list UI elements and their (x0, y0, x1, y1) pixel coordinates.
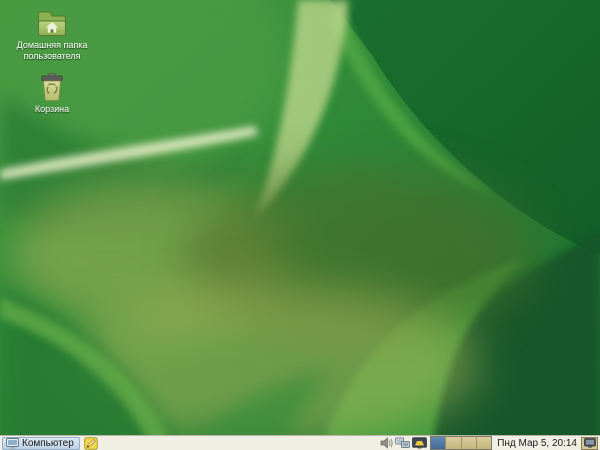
desktop-screen: Домашняя папка пользователя Корзина Комп… (0, 0, 600, 450)
desktop-icon-label: Домашняя папка пользователя (16, 40, 88, 61)
volume-speaker-icon (380, 437, 393, 449)
taskbar: Компьютер Пнд Мар 5, 20:14 (0, 435, 600, 450)
network-computers-icon (395, 437, 410, 448)
desktop-icon-trash[interactable]: Корзина (4, 73, 100, 115)
workspace-cell-3[interactable] (461, 437, 477, 449)
computer-menu-label: Компьютер (22, 437, 74, 449)
trash-bin-icon (41, 73, 63, 101)
computer-menu-button[interactable]: Компьютер (2, 436, 80, 450)
network-tray-button[interactable] (395, 437, 410, 449)
workspace-switcher[interactable] (430, 436, 493, 450)
desktop-wallpaper (0, 0, 600, 450)
home-folder-icon (38, 11, 66, 36)
desktop-icon-label: Корзина (34, 104, 70, 114)
desktop-monitor-icon (583, 438, 596, 448)
desktop-icon-home-folder[interactable]: Домашняя папка пользователя (4, 10, 100, 62)
show-desktop-button[interactable] (581, 436, 598, 450)
display-tray-button[interactable] (412, 437, 427, 449)
computer-monitor-icon (6, 437, 19, 449)
workspace-cell-2[interactable] (446, 437, 462, 449)
taskbar-clock[interactable]: Пнд Мар 5, 20:14 (497, 438, 577, 449)
notes-pencil-icon (83, 436, 98, 450)
notes-launcher-button[interactable] (83, 436, 98, 450)
volume-tray-button[interactable] (380, 437, 393, 449)
system-tray (380, 437, 427, 449)
workspace-cell-4[interactable] (476, 437, 492, 449)
display-settings-icon (412, 437, 427, 449)
workspace-cell-1[interactable] (431, 437, 447, 449)
